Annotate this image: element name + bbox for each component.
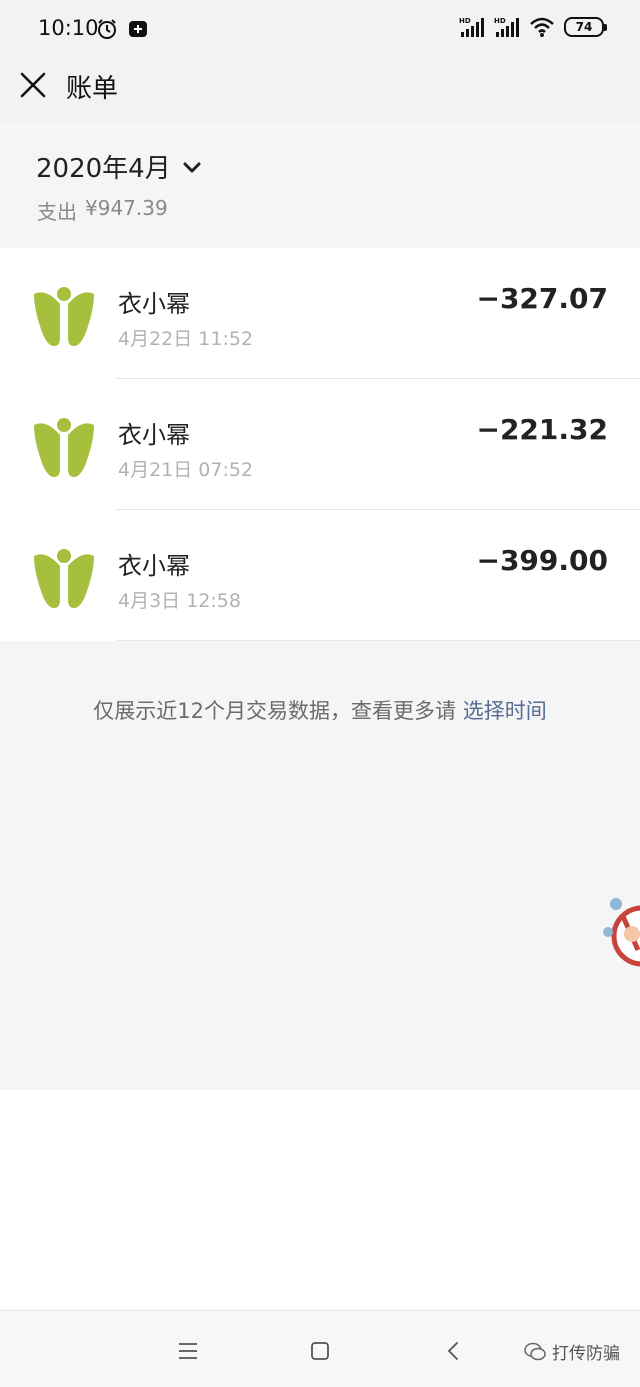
spend-total: 支出 ¥947.39 — [37, 196, 168, 225]
page-title: 账单 — [66, 74, 119, 104]
watermark-text: 打传防骗 — [552, 1344, 620, 1364]
spend-label: 支出 — [37, 200, 77, 224]
transaction-list: 衣小幂 4月22日 11:52 −327.07 衣小幂 4月21日 07:52 … — [0, 248, 640, 641]
merchant-name: 衣小幂 — [118, 290, 190, 318]
transaction-time: 4月22日 11:52 — [118, 328, 254, 350]
transaction-item[interactable]: 衣小幂 4月3日 12:58 −399.00 — [0, 510, 640, 641]
status-time: 10:10 — [38, 16, 99, 40]
list-footer: 仅展示近12个月交易数据，查看更多请 选择时间 — [0, 641, 640, 1090]
transaction-time: 4月21日 07:52 — [118, 459, 254, 481]
home-icon[interactable] — [308, 1339, 332, 1363]
transaction-amount: −399.00 — [476, 544, 608, 577]
battery-level: 74 — [575, 20, 593, 34]
nav-bar: 账单 — [0, 58, 640, 122]
menu-icon[interactable] — [176, 1339, 200, 1363]
history-note: 仅展示近12个月交易数据，查看更多请 选择时间 — [0, 695, 640, 725]
chevron-down-icon — [183, 162, 201, 172]
transaction-item[interactable]: 衣小幂 4月21日 07:52 −221.32 — [0, 379, 640, 510]
floating-widget-icon[interactable] — [602, 892, 640, 972]
close-icon[interactable] — [16, 68, 50, 102]
wifi-icon — [530, 17, 554, 37]
bill-summary: 2020年4月 支出 ¥947.39 — [0, 122, 640, 248]
merchant-logo-icon — [34, 418, 94, 477]
select-time-link[interactable]: 选择时间 — [463, 699, 547, 723]
month-picker[interactable]: 2020年4月 — [36, 148, 203, 185]
transaction-item[interactable]: 衣小幂 4月22日 11:52 −327.07 — [0, 248, 640, 379]
back-icon[interactable] — [442, 1339, 466, 1363]
merchant-name: 衣小幂 — [118, 552, 190, 580]
wechat-icon — [524, 1342, 546, 1360]
system-nav-bar: 打传防骗 — [0, 1310, 640, 1387]
svg-text:HD: HD — [494, 17, 506, 25]
hd-signal-icon: HD — [494, 17, 519, 37]
transaction-amount: −327.07 — [476, 282, 608, 315]
watermark: 打传防骗 — [524, 1339, 620, 1364]
notification-icon — [129, 21, 147, 37]
spend-amount: ¥947.39 — [85, 196, 168, 220]
alarm-icon — [98, 19, 116, 39]
transaction-amount: −221.32 — [476, 413, 608, 446]
history-note-text: 仅展示近12个月交易数据，查看更多请 — [93, 699, 457, 723]
merchant-logo-icon — [34, 549, 94, 608]
status-bar: 10:10 HD HD 74 — [0, 0, 640, 58]
month-label: 2020年4月 — [36, 154, 171, 184]
merchant-name: 衣小幂 — [118, 421, 190, 449]
hd-signal-icon: HD — [459, 17, 484, 37]
transaction-time: 4月3日 12:58 — [118, 590, 241, 612]
battery-icon: 74 — [564, 17, 607, 37]
svg-text:HD: HD — [459, 17, 471, 25]
merchant-logo-icon — [34, 287, 94, 346]
